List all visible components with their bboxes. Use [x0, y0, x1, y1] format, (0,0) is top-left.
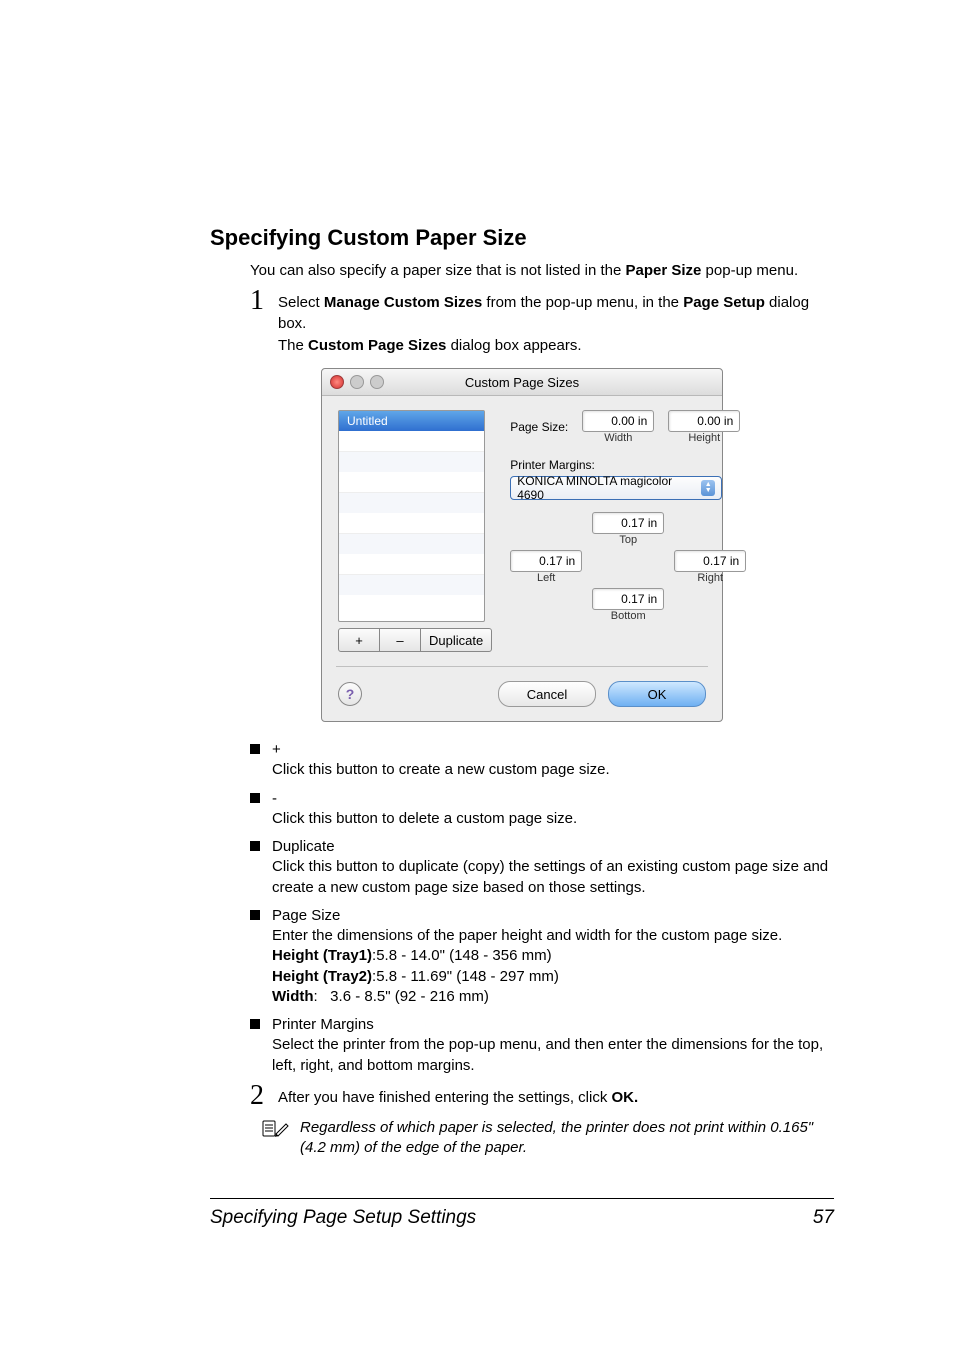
list-controls: + – Duplicate — [338, 628, 492, 652]
width-label: Width — [272, 988, 314, 1005]
page-size-height-label: Height — [668, 432, 740, 444]
printer-margins-dropdown[interactable]: KONICA MINOLTA magicolor 4690 ▲▼ — [510, 476, 722, 500]
dialog-right-col: Page Size: 0.00 in Width 0.00 in Height … — [510, 410, 746, 652]
page-size-label: Page Size: — [510, 420, 568, 434]
bullet-printer-margins-title: Printer Margins — [272, 1015, 834, 1035]
margin-bottom-label: Bottom — [592, 610, 664, 622]
page-size-width-input[interactable]: 0.00 in — [582, 410, 654, 432]
window-controls — [330, 375, 384, 389]
dialog-left-col: Untitled + – Duplicate — [338, 410, 492, 652]
margin-left-input[interactable]: 0.17 in — [510, 550, 582, 572]
printer-margins-label: Printer Margins: — [510, 458, 746, 472]
step-2: 2 After you have finished entering the s… — [250, 1082, 834, 1110]
bullet-minus-desc: Click this button to delete a custom pag… — [272, 809, 834, 829]
window-zoom-icon — [370, 375, 384, 389]
window-minimize-icon — [350, 375, 364, 389]
bullet-duplicate-desc: Click this button to duplicate (copy) th… — [272, 857, 834, 898]
page-sizes-listbox[interactable]: Untitled — [338, 410, 485, 622]
bullet-icon — [250, 744, 260, 754]
height-tray2-label: Height (Tray2) — [272, 968, 372, 985]
step-2-pre: After you have finished entering the set… — [278, 1089, 612, 1106]
bullet-minus: - Click this button to delete a custom p… — [250, 789, 834, 830]
list-row — [339, 452, 484, 472]
bullet-minus-title: - — [272, 789, 834, 809]
footer-page-number: 57 — [813, 1207, 834, 1229]
height-tray1-val: :5.8 - 14.0" (148 - 356 mm) — [372, 947, 552, 964]
printer-margins-dropdown-value: KONICA MINOLTA magicolor 4690 — [517, 474, 701, 502]
bullet-plus-title: + — [272, 740, 834, 760]
intro-paragraph: You can also specify a paper size that i… — [250, 261, 834, 281]
footer-title: Specifying Page Setup Settings — [210, 1207, 476, 1229]
bullet-icon — [250, 793, 260, 803]
step-1-sub-pre: The — [278, 337, 308, 354]
list-row — [339, 431, 484, 452]
bullet-plus-desc: Click this button to create a new custom… — [272, 760, 834, 780]
page-footer: Specifying Page Setup Settings 57 — [210, 1198, 834, 1229]
bullet-page-size-desc: Enter the dimensions of the paper height… — [272, 926, 834, 946]
list-item-untitled[interactable]: Untitled — [339, 411, 484, 431]
note-icon — [262, 1118, 290, 1143]
list-row — [339, 493, 484, 513]
intro-bold: Paper Size — [626, 262, 702, 279]
step-1-sub-b: Custom Page Sizes — [308, 337, 446, 354]
ok-button[interactable]: OK — [608, 681, 706, 707]
margin-right-label: Right — [674, 572, 746, 584]
dialog-footer: ? Cancel OK — [336, 666, 708, 721]
note: Regardless of which paper is selected, t… — [262, 1118, 834, 1159]
intro-prefix: You can also specify a paper size that i… — [250, 262, 626, 279]
list-row — [339, 575, 484, 595]
remove-page-size-button[interactable]: – — [379, 628, 421, 652]
cancel-button[interactable]: Cancel — [498, 681, 596, 707]
dialog-title-bar: Custom Page Sizes — [322, 369, 722, 396]
margin-right-input[interactable]: 0.17 in — [674, 550, 746, 572]
help-button[interactable]: ? — [338, 682, 362, 706]
add-page-size-button[interactable]: + — [338, 628, 380, 652]
bullet-printer-margins: Printer Margins Select the printer from … — [250, 1015, 834, 1076]
step-1: 1 Select Manage Custom Sizes from the po… — [250, 287, 834, 356]
step-1-pre: Select — [278, 294, 324, 311]
dropdown-arrows-icon: ▲▼ — [701, 480, 715, 496]
bullet-printer-margins-desc: Select the printer from the pop-up menu,… — [272, 1035, 834, 1076]
width-val: : 3.6 - 8.5" (92 - 216 mm) — [314, 988, 489, 1005]
list-row — [339, 472, 484, 493]
custom-page-sizes-dialog: Custom Page Sizes Untitled — [321, 368, 723, 722]
intro-suffix: pop-up menu. — [701, 262, 798, 279]
list-row — [339, 513, 484, 534]
list-row — [339, 534, 484, 554]
step-1-mid: from the pop-up menu, in the — [482, 294, 683, 311]
bullet-duplicate: Duplicate Click this button to duplicate… — [250, 837, 834, 898]
step-1-b1: Manage Custom Sizes — [324, 294, 482, 311]
bullet-icon — [250, 910, 260, 920]
note-text: Regardless of which paper is selected, t… — [300, 1118, 834, 1159]
step-2-number: 2 — [250, 1082, 274, 1110]
list-row — [339, 554, 484, 575]
margin-left-label: Left — [510, 572, 582, 584]
bullet-plus: + Click this button to create a new cust… — [250, 740, 834, 781]
bullet-page-size-title: Page Size — [272, 906, 834, 926]
duplicate-page-size-button[interactable]: Duplicate — [420, 628, 492, 652]
dialog-figure: Custom Page Sizes Untitled — [210, 368, 834, 722]
bullet-duplicate-title: Duplicate — [272, 837, 834, 857]
page-size-height-input[interactable]: 0.00 in — [668, 410, 740, 432]
bullet-icon — [250, 1019, 260, 1029]
height-tray2-val: :5.8 - 11.69" (148 - 297 mm) — [372, 968, 559, 985]
step-1-sub-post: dialog box appears. — [446, 337, 581, 354]
bullet-icon — [250, 841, 260, 851]
step-1-number: 1 — [250, 287, 274, 315]
step-1-b2: Page Setup — [683, 294, 765, 311]
window-close-icon[interactable] — [330, 375, 344, 389]
bullet-page-size: Page Size Enter the dimensions of the pa… — [250, 906, 834, 1007]
bullet-list: + Click this button to create a new cust… — [250, 740, 834, 1076]
step-2-b: OK. — [612, 1089, 639, 1106]
height-tray1-label: Height (Tray1) — [272, 947, 372, 964]
margin-top-input[interactable]: 0.17 in — [592, 512, 664, 534]
section-heading: Specifying Custom Paper Size — [210, 225, 834, 251]
margin-top-label: Top — [592, 534, 664, 546]
page-size-width-label: Width — [582, 432, 654, 444]
margin-bottom-input[interactable]: 0.17 in — [592, 588, 664, 610]
